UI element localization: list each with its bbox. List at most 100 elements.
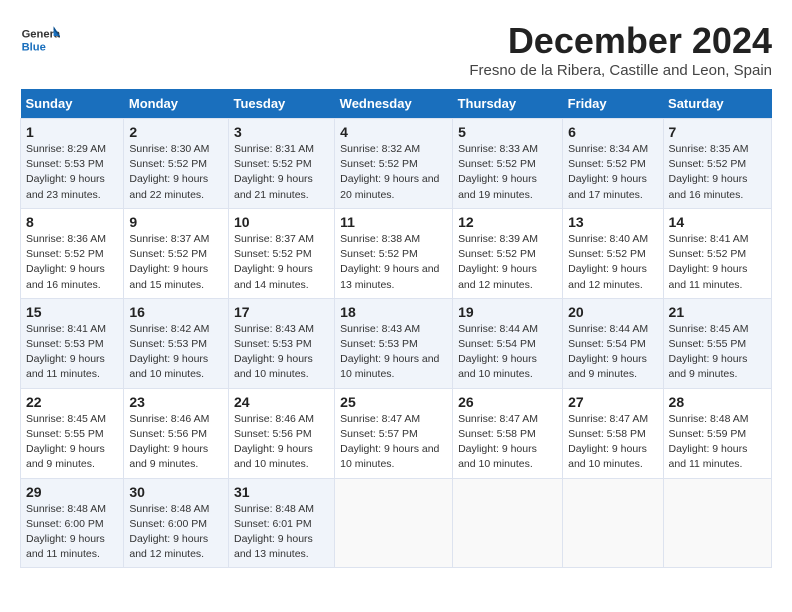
calendar-cell: 3 Sunrise: 8:31 AM Sunset: 5:52 PM Dayli… <box>229 119 335 209</box>
day-number: 23 <box>129 394 223 410</box>
day-info: Sunrise: 8:48 AM Sunset: 6:00 PM Dayligh… <box>129 502 223 563</box>
day-number: 26 <box>458 394 557 410</box>
day-info: Sunrise: 8:29 AM Sunset: 5:53 PM Dayligh… <box>26 142 118 203</box>
calendar-cell: 15 Sunrise: 8:41 AM Sunset: 5:53 PM Dayl… <box>21 298 124 388</box>
day-number: 20 <box>568 304 657 320</box>
day-info: Sunrise: 8:47 AM Sunset: 5:57 PM Dayligh… <box>340 412 447 473</box>
calendar-cell: 7 Sunrise: 8:35 AM Sunset: 5:52 PM Dayli… <box>663 119 771 209</box>
calendar-cell: 24 Sunrise: 8:46 AM Sunset: 5:56 PM Dayl… <box>229 388 335 478</box>
day-number: 10 <box>234 214 329 230</box>
day-number: 17 <box>234 304 329 320</box>
day-number: 3 <box>234 124 329 140</box>
logo: General Blue <box>20 20 60 60</box>
calendar-cell <box>563 478 663 568</box>
day-number: 13 <box>568 214 657 230</box>
day-number: 19 <box>458 304 557 320</box>
day-info: Sunrise: 8:43 AM Sunset: 5:53 PM Dayligh… <box>234 322 329 383</box>
day-info: Sunrise: 8:48 AM Sunset: 6:01 PM Dayligh… <box>234 502 329 563</box>
day-info: Sunrise: 8:48 AM Sunset: 5:59 PM Dayligh… <box>669 412 766 473</box>
day-info: Sunrise: 8:39 AM Sunset: 5:52 PM Dayligh… <box>458 232 557 293</box>
day-number: 30 <box>129 484 223 500</box>
page-subtitle: Fresno de la Ribera, Castille and Leon, … <box>469 62 772 79</box>
day-info: Sunrise: 8:36 AM Sunset: 5:52 PM Dayligh… <box>26 232 118 293</box>
calendar-cell: 1 Sunrise: 8:29 AM Sunset: 5:53 PM Dayli… <box>21 119 124 209</box>
title-section: December 2024 Fresno de la Ribera, Casti… <box>469 20 772 79</box>
day-info: Sunrise: 8:44 AM Sunset: 5:54 PM Dayligh… <box>568 322 657 383</box>
calendar-cell: 5 Sunrise: 8:33 AM Sunset: 5:52 PM Dayli… <box>453 119 563 209</box>
header-sunday: Sunday <box>21 89 124 119</box>
logo-icon: General Blue <box>20 20 60 60</box>
day-number: 2 <box>129 124 223 140</box>
day-info: Sunrise: 8:38 AM Sunset: 5:52 PM Dayligh… <box>340 232 447 293</box>
header-thursday: Thursday <box>453 89 563 119</box>
day-info: Sunrise: 8:44 AM Sunset: 5:54 PM Dayligh… <box>458 322 557 383</box>
calendar-cell: 18 Sunrise: 8:43 AM Sunset: 5:53 PM Dayl… <box>335 298 453 388</box>
day-info: Sunrise: 8:40 AM Sunset: 5:52 PM Dayligh… <box>568 232 657 293</box>
day-info: Sunrise: 8:43 AM Sunset: 5:53 PM Dayligh… <box>340 322 447 383</box>
day-number: 6 <box>568 124 657 140</box>
day-info: Sunrise: 8:42 AM Sunset: 5:53 PM Dayligh… <box>129 322 223 383</box>
day-number: 4 <box>340 124 447 140</box>
day-info: Sunrise: 8:47 AM Sunset: 5:58 PM Dayligh… <box>458 412 557 473</box>
calendar-week-2: 8 Sunrise: 8:36 AM Sunset: 5:52 PM Dayli… <box>21 208 772 298</box>
calendar-cell: 31 Sunrise: 8:48 AM Sunset: 6:01 PM Dayl… <box>229 478 335 568</box>
calendar-cell: 21 Sunrise: 8:45 AM Sunset: 5:55 PM Dayl… <box>663 298 771 388</box>
calendar-week-3: 15 Sunrise: 8:41 AM Sunset: 5:53 PM Dayl… <box>21 298 772 388</box>
day-info: Sunrise: 8:31 AM Sunset: 5:52 PM Dayligh… <box>234 142 329 203</box>
day-info: Sunrise: 8:34 AM Sunset: 5:52 PM Dayligh… <box>568 142 657 203</box>
calendar-cell: 4 Sunrise: 8:32 AM Sunset: 5:52 PM Dayli… <box>335 119 453 209</box>
calendar-cell: 25 Sunrise: 8:47 AM Sunset: 5:57 PM Dayl… <box>335 388 453 478</box>
calendar-cell: 8 Sunrise: 8:36 AM Sunset: 5:52 PM Dayli… <box>21 208 124 298</box>
day-info: Sunrise: 8:32 AM Sunset: 5:52 PM Dayligh… <box>340 142 447 203</box>
calendar-cell: 26 Sunrise: 8:47 AM Sunset: 5:58 PM Dayl… <box>453 388 563 478</box>
calendar-week-1: 1 Sunrise: 8:29 AM Sunset: 5:53 PM Dayli… <box>21 119 772 209</box>
day-info: Sunrise: 8:37 AM Sunset: 5:52 PM Dayligh… <box>129 232 223 293</box>
day-info: Sunrise: 8:45 AM Sunset: 5:55 PM Dayligh… <box>26 412 118 473</box>
calendar-cell: 20 Sunrise: 8:44 AM Sunset: 5:54 PM Dayl… <box>563 298 663 388</box>
calendar-week-4: 22 Sunrise: 8:45 AM Sunset: 5:55 PM Dayl… <box>21 388 772 478</box>
calendar-week-5: 29 Sunrise: 8:48 AM Sunset: 6:00 PM Dayl… <box>21 478 772 568</box>
calendar-cell: 29 Sunrise: 8:48 AM Sunset: 6:00 PM Dayl… <box>21 478 124 568</box>
calendar-cell: 6 Sunrise: 8:34 AM Sunset: 5:52 PM Dayli… <box>563 119 663 209</box>
calendar-cell: 19 Sunrise: 8:44 AM Sunset: 5:54 PM Dayl… <box>453 298 563 388</box>
header-saturday: Saturday <box>663 89 771 119</box>
header-wednesday: Wednesday <box>335 89 453 119</box>
svg-text:Blue: Blue <box>22 41 46 53</box>
day-number: 12 <box>458 214 557 230</box>
day-number: 31 <box>234 484 329 500</box>
day-info: Sunrise: 8:45 AM Sunset: 5:55 PM Dayligh… <box>669 322 766 383</box>
calendar-cell: 11 Sunrise: 8:38 AM Sunset: 5:52 PM Dayl… <box>335 208 453 298</box>
day-info: Sunrise: 8:41 AM Sunset: 5:52 PM Dayligh… <box>669 232 766 293</box>
header-monday: Monday <box>124 89 229 119</box>
day-info: Sunrise: 8:46 AM Sunset: 5:56 PM Dayligh… <box>129 412 223 473</box>
header-friday: Friday <box>563 89 663 119</box>
calendar-cell: 17 Sunrise: 8:43 AM Sunset: 5:53 PM Dayl… <box>229 298 335 388</box>
calendar-cell: 16 Sunrise: 8:42 AM Sunset: 5:53 PM Dayl… <box>124 298 229 388</box>
day-info: Sunrise: 8:48 AM Sunset: 6:00 PM Dayligh… <box>26 502 118 563</box>
day-number: 29 <box>26 484 118 500</box>
day-number: 22 <box>26 394 118 410</box>
calendar-cell: 23 Sunrise: 8:46 AM Sunset: 5:56 PM Dayl… <box>124 388 229 478</box>
day-number: 14 <box>669 214 766 230</box>
day-number: 8 <box>26 214 118 230</box>
day-number: 27 <box>568 394 657 410</box>
day-info: Sunrise: 8:30 AM Sunset: 5:52 PM Dayligh… <box>129 142 223 203</box>
calendar-cell: 14 Sunrise: 8:41 AM Sunset: 5:52 PM Dayl… <box>663 208 771 298</box>
calendar-cell <box>663 478 771 568</box>
day-number: 7 <box>669 124 766 140</box>
calendar-cell: 13 Sunrise: 8:40 AM Sunset: 5:52 PM Dayl… <box>563 208 663 298</box>
day-number: 24 <box>234 394 329 410</box>
day-number: 15 <box>26 304 118 320</box>
day-info: Sunrise: 8:46 AM Sunset: 5:56 PM Dayligh… <box>234 412 329 473</box>
day-info: Sunrise: 8:35 AM Sunset: 5:52 PM Dayligh… <box>669 142 766 203</box>
day-info: Sunrise: 8:41 AM Sunset: 5:53 PM Dayligh… <box>26 322 118 383</box>
day-number: 11 <box>340 214 447 230</box>
day-number: 5 <box>458 124 557 140</box>
calendar-cell <box>453 478 563 568</box>
day-number: 28 <box>669 394 766 410</box>
calendar-cell: 12 Sunrise: 8:39 AM Sunset: 5:52 PM Dayl… <box>453 208 563 298</box>
day-number: 1 <box>26 124 118 140</box>
day-number: 25 <box>340 394 447 410</box>
calendar-cell: 28 Sunrise: 8:48 AM Sunset: 5:59 PM Dayl… <box>663 388 771 478</box>
calendar-cell <box>335 478 453 568</box>
